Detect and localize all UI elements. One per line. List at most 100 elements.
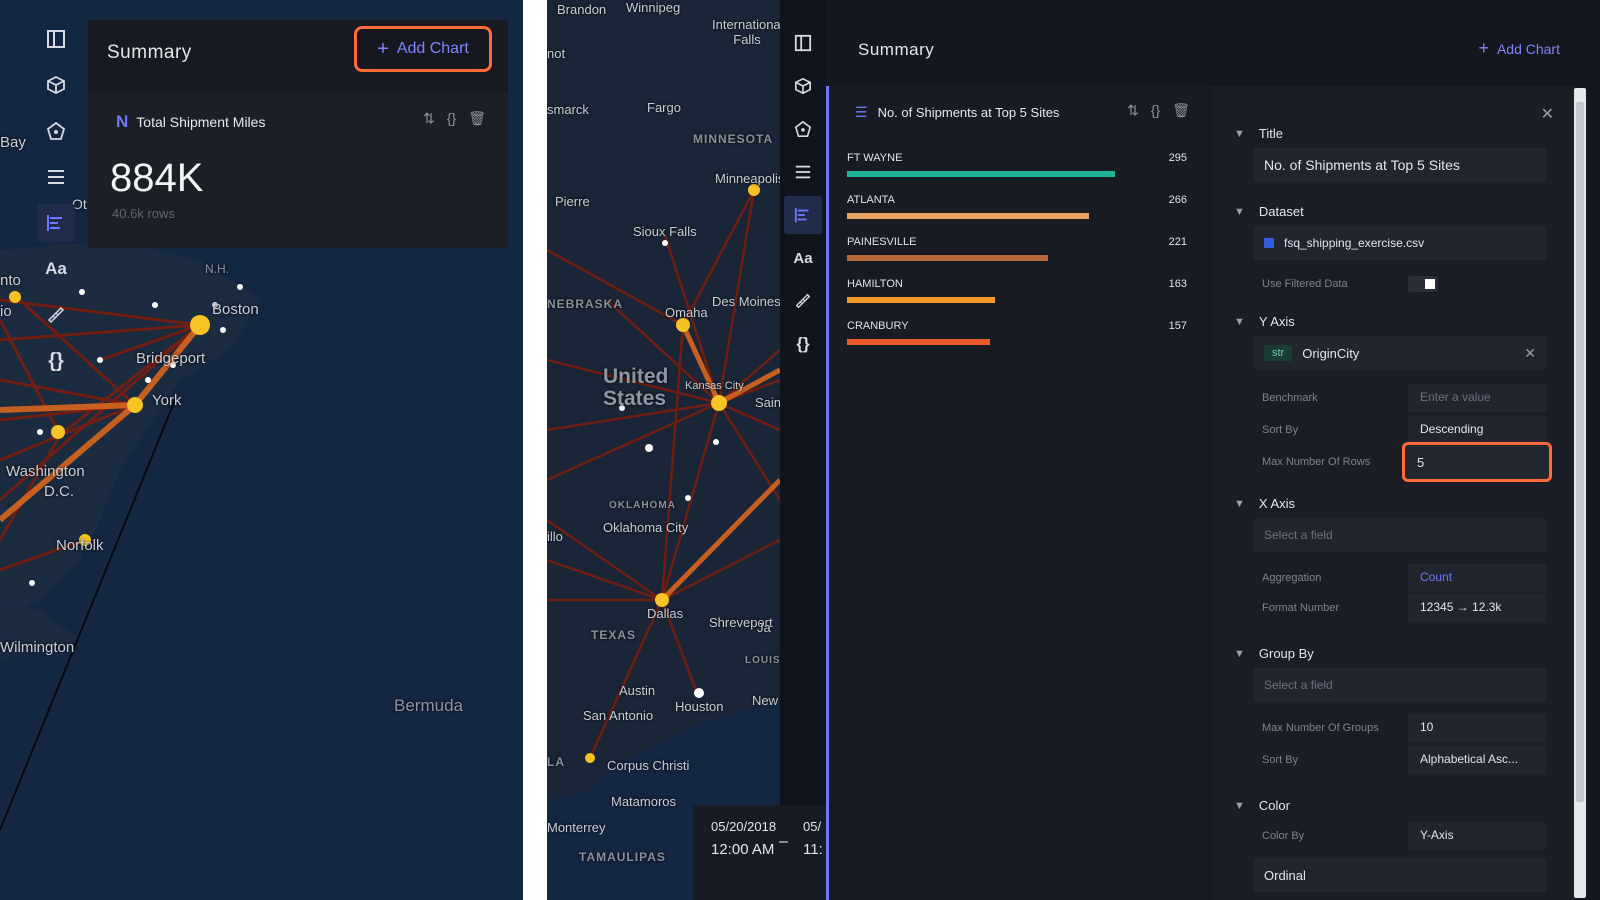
map-label: smarck: [547, 102, 589, 117]
sort-icon[interactable]: ⇅: [423, 110, 435, 127]
add-chart-button[interactable]: + Add Chart: [1478, 38, 1560, 59]
code-braces-icon[interactable]: {}: [447, 110, 456, 127]
map-label: Sioux Falls: [633, 224, 697, 239]
sort-by-select[interactable]: Descending: [1408, 416, 1546, 444]
right-icon-rail: Aa {}: [780, 0, 826, 900]
bar[interactable]: [847, 297, 996, 303]
map-label: LA: [547, 755, 565, 769]
map-label: Des Moines: [712, 294, 780, 309]
text-tool-icon[interactable]: Aa: [37, 250, 75, 288]
bar-value-label: 295: [1168, 152, 1187, 164]
trash-icon[interactable]: 🗑: [1172, 102, 1190, 119]
use-filtered-toggle[interactable]: [1408, 276, 1438, 292]
sort-icon[interactable]: ⇅: [1127, 102, 1139, 119]
bar[interactable]: [847, 339, 990, 345]
cube-icon[interactable]: [784, 67, 822, 105]
dataset-select[interactable]: fsq_shipping_exercise.csv: [1254, 226, 1546, 260]
aggregation-select[interactable]: Count: [1408, 564, 1546, 592]
row-count: 40.6k rows: [112, 206, 175, 221]
map-label: Norfolk: [56, 537, 104, 554]
bar[interactable]: [847, 213, 1089, 219]
code-braces-icon[interactable]: {}: [1151, 102, 1160, 119]
trash-icon[interactable]: 🗑: [468, 110, 486, 127]
code-braces-icon[interactable]: {}: [784, 325, 822, 363]
map-label: Bermuda: [394, 696, 463, 715]
left-pane: Bay Ot N.H. Boston Bridgeport York Washi…: [0, 0, 523, 900]
xaxis-field-select[interactable]: Select a field: [1254, 518, 1546, 552]
yaxis-section-header[interactable]: ▼ Y Axis: [1234, 314, 1295, 329]
chart-config-panel: ✕ ▼ Title No. of Shipments at Top 5 Site…: [1212, 86, 1574, 900]
right-summary-area: Summary + Add Chart ☰ No. of Shipments a…: [826, 0, 1600, 900]
metric-value: 884K: [110, 156, 204, 200]
dataset-section-header[interactable]: ▼ Dataset: [1234, 204, 1304, 219]
bar-label: ATLANTA: [847, 194, 895, 206]
bar-row[interactable]: ATLANTA 266: [847, 188, 1187, 230]
bar-chart-icon[interactable]: [784, 196, 822, 234]
layers-panel-icon[interactable]: [37, 20, 75, 58]
cube-icon[interactable]: [37, 66, 75, 104]
bar-chart-icon[interactable]: [37, 204, 75, 242]
config-scrollbar[interactable]: [1574, 88, 1586, 898]
ruler-icon[interactable]: [784, 282, 822, 320]
groupby-section-header[interactable]: ▼ Group By: [1234, 646, 1314, 661]
map-label: LOUISIANA: [745, 655, 780, 666]
list-icon[interactable]: [784, 153, 822, 191]
benchmark-input[interactable]: Enter a value: [1408, 384, 1546, 412]
bar-row[interactable]: CRANBURY 157: [847, 314, 1187, 356]
start-time: 12:00 AM: [711, 841, 775, 858]
bar-row[interactable]: PAINESVILLE 221: [847, 230, 1187, 272]
map-label: Fargo: [647, 100, 681, 115]
start-date: 05/20/2018: [711, 819, 777, 834]
polygon-filter-icon[interactable]: [784, 110, 822, 148]
bar-row[interactable]: FT WAYNE 295: [847, 146, 1187, 188]
map-label: MINNESOTA: [693, 132, 774, 146]
map-label: io: [0, 303, 12, 320]
groupby-field-select[interactable]: Select a field: [1254, 668, 1546, 702]
dataset-name: fsq_shipping_exercise.csv: [1284, 236, 1425, 250]
yaxis-field[interactable]: str OriginCity ✕: [1254, 336, 1546, 370]
group-sort-select[interactable]: Alphabetical Asc...: [1408, 746, 1546, 774]
bar-chart: FT WAYNE 295 ATLANTA 266 PAINESVILLE 221 HAMIL…: [847, 146, 1187, 356]
time-range-panel[interactable]: 05/20/2018 12:00 AM – 05/ 11:: [693, 805, 826, 900]
text-tool-icon[interactable]: Aa: [784, 239, 822, 277]
card-actions: ⇅ {} 🗑: [1127, 102, 1190, 119]
add-chart-button[interactable]: + Add Chart: [354, 26, 492, 72]
title-section-header[interactable]: ▼ Title: [1234, 126, 1283, 141]
ruler-icon[interactable]: [37, 296, 75, 334]
format-number-select[interactable]: 12345 → 12.3k: [1408, 594, 1546, 622]
max-rows-input[interactable]: 5: [1402, 442, 1552, 482]
xaxis-section-header[interactable]: ▼ X Axis: [1234, 496, 1295, 511]
plus-icon: +: [377, 37, 389, 60]
section-label: X Axis: [1258, 496, 1296, 511]
color-scale-select[interactable]: Ordinal: [1254, 858, 1546, 892]
bar-row[interactable]: HAMILTON 163: [847, 272, 1187, 314]
add-chart-label: Add Chart: [396, 40, 469, 57]
map-label: United States: [603, 365, 669, 410]
close-icon[interactable]: ✕: [1541, 104, 1554, 124]
bar-chart-card[interactable]: ☰ No. of Shipments at Top 5 Sites ⇅ {} 🗑…: [826, 86, 1212, 900]
map-label: TEXAS: [591, 628, 637, 642]
metric-card-header: N Total Shipment Miles: [116, 112, 265, 132]
map-label: Washington: [6, 463, 85, 480]
metric-card[interactable]: N Total Shipment Miles ⇅ {} 🗑 884K 40.6k…: [88, 92, 508, 248]
bar[interactable]: [847, 255, 1048, 261]
map-label: N.H.: [205, 262, 229, 276]
right-map[interactable]: Brandon Winnipeg International Falls not…: [547, 0, 780, 900]
color-section-header[interactable]: ▼ Color: [1234, 798, 1290, 813]
close-icon[interactable]: ✕: [1524, 345, 1536, 362]
map-label: York: [152, 392, 182, 409]
map-label: TAMAULIPAS: [579, 850, 666, 864]
max-groups-input[interactable]: 10: [1408, 714, 1546, 742]
map-label: Bridgeport: [136, 350, 206, 367]
list-icon[interactable]: [37, 158, 75, 196]
map-label: Pierre: [555, 194, 590, 209]
map-label: Matamoros: [611, 794, 677, 809]
title-input[interactable]: No. of Shipments at Top 5 Sites: [1254, 148, 1546, 182]
layers-panel-icon[interactable]: [784, 24, 822, 62]
polygon-filter-icon[interactable]: [37, 112, 75, 150]
color-by-select[interactable]: Y-Axis: [1408, 822, 1546, 850]
bar[interactable]: [847, 171, 1116, 177]
map-label: D.C.: [44, 483, 74, 500]
code-braces-icon[interactable]: {}: [37, 342, 75, 380]
section-label: Title: [1258, 126, 1283, 141]
